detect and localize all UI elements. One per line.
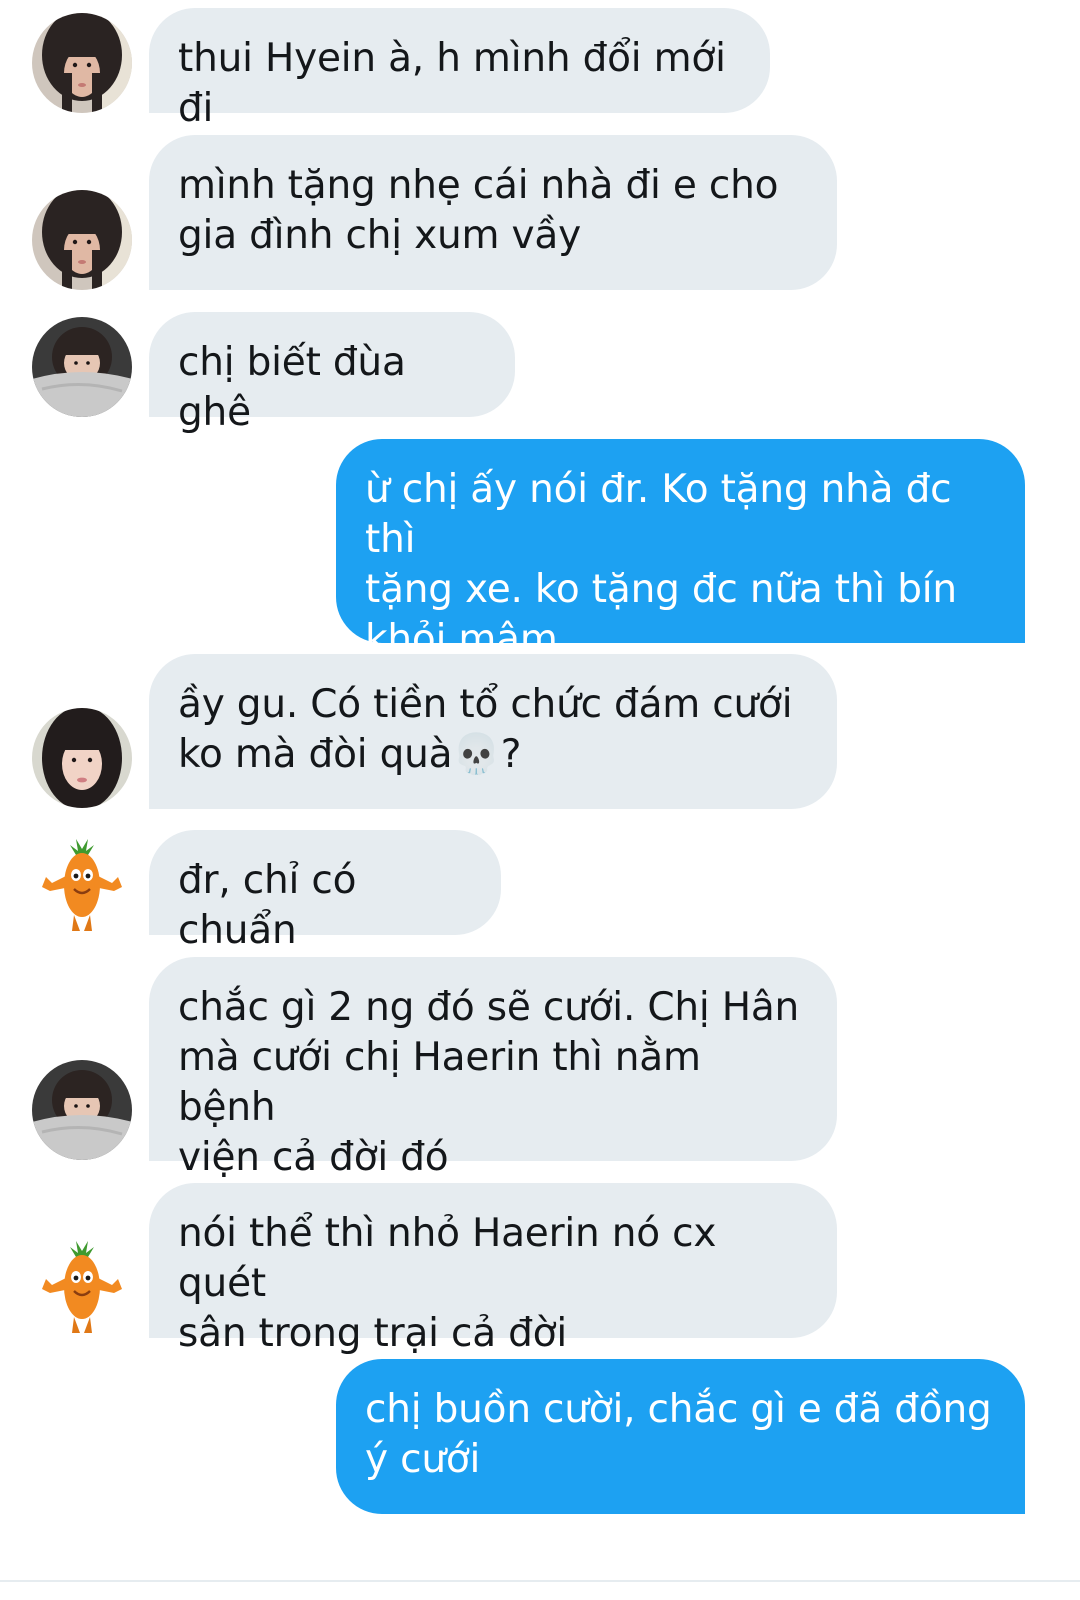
avatar[interactable] [32, 835, 132, 935]
message-bubble[interactable]: chị buồn cười, chắc gì e đã đồng ý cưới [336, 1359, 1025, 1514]
message-bubble[interactable]: ầy gu. Có tiền tổ chức đám cưới ko mà đò… [149, 654, 837, 809]
avatar[interactable] [32, 13, 132, 113]
message-bubble[interactable]: ừ chị ấy nói đr. Ko tặng nhà đc thì tặng… [336, 439, 1025, 662]
message-bubble[interactable]: chị biết đùa ghê [149, 312, 515, 435]
message-bubble[interactable]: nói thể thì nhỏ Haerin nó cx quét sân tr… [149, 1183, 837, 1356]
girl-hair-avatar-icon [32, 190, 132, 290]
girl-hair-avatar-icon [32, 13, 132, 113]
message-bubble[interactable]: đr, chỉ có chuẩn [149, 830, 501, 953]
carrot-icon [32, 1237, 132, 1337]
message-bubble[interactable]: chắc gì 2 ng đó sẽ cưới. Chị Hân mà cưới… [149, 957, 837, 1180]
message-bubble[interactable]: thui Hyein à, h mình đổi mới đi [149, 8, 770, 131]
divider [0, 1580, 1080, 1582]
carrot-icon [32, 835, 132, 935]
girl-blanket-avatar-icon [32, 317, 132, 417]
avatar[interactable] [32, 1060, 132, 1160]
avatar[interactable] [32, 1237, 132, 1337]
avatar[interactable] [32, 190, 132, 290]
girl-long-hair-avatar-icon [32, 708, 132, 808]
chat-thread: thui Hyein à, h mình đổi mới đi mình tặn… [0, 0, 1080, 1600]
avatar[interactable] [32, 317, 132, 417]
message-bubble[interactable]: mình tặng nhẹ cái nhà đi e cho gia đình … [149, 135, 837, 290]
avatar[interactable] [32, 708, 132, 808]
girl-blanket-avatar-icon [32, 1060, 132, 1160]
